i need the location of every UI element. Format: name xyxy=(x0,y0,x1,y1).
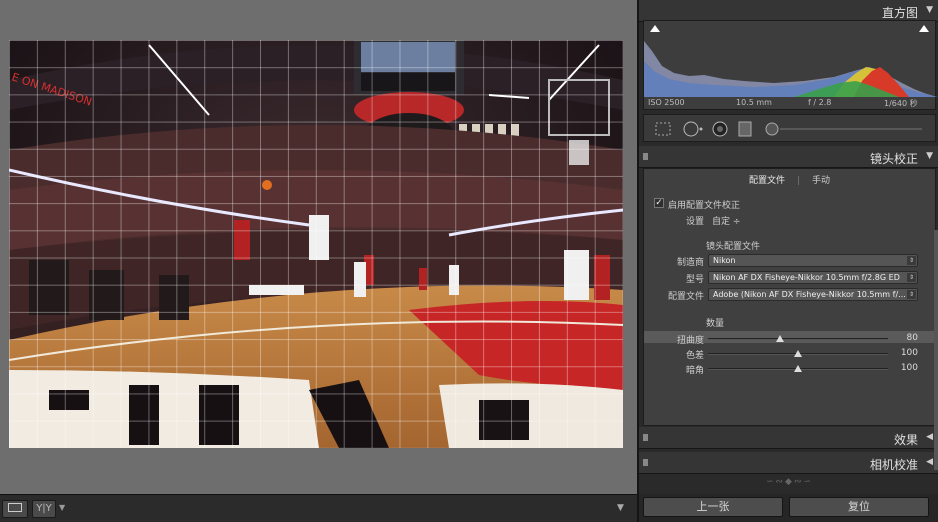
histogram-graph xyxy=(644,41,937,97)
tab-manual[interactable]: 手动 xyxy=(812,176,830,186)
image-stage: E ON MADISON xyxy=(0,0,637,494)
loupe-view-icon xyxy=(8,502,22,512)
expand-triangle-icon[interactable]: ◀ xyxy=(926,432,933,442)
panel-switch-icon[interactable] xyxy=(643,153,648,160)
select-caret-icon: ⇕ xyxy=(907,273,916,282)
adjustment-brush-slider[interactable] xyxy=(762,121,932,137)
amount-heading: 数量 xyxy=(706,319,725,329)
setup-label: 设置 xyxy=(685,217,704,227)
make-label: 制造商 xyxy=(676,258,704,268)
shutter-value: 1/640 秒 xyxy=(884,99,918,108)
lens-profile-heading: 镜头配置文件 xyxy=(706,242,761,252)
select-caret-icon: ⇕ xyxy=(907,256,916,265)
model-label: 型号 xyxy=(685,275,704,285)
collapse-triangle-icon[interactable]: ▼ xyxy=(926,151,933,161)
histogram-header[interactable]: 直方图 ▼ xyxy=(639,0,938,22)
slider-value[interactable]: 100 xyxy=(894,348,918,358)
before-after-button[interactable]: Y|Y xyxy=(32,500,56,518)
tab-profile[interactable]: 配置文件 xyxy=(749,176,785,186)
model-value: Nikon AF DX Fisheye-Nikkor 10.5mm f/2.8G… xyxy=(713,273,900,282)
lightroom-develop-window: E ON MADISON Y|Y ▼ ▼ 直方图 ▼ ISO 2500 10.5… xyxy=(0,0,938,522)
panel-switch-icon[interactable] xyxy=(643,459,648,466)
effects-header[interactable]: 效果 ◀ xyxy=(639,427,938,449)
slider-thumb[interactable] xyxy=(794,350,802,357)
crop-icon[interactable] xyxy=(654,121,672,137)
setup-dropdown[interactable]: 自定 ÷ xyxy=(712,214,740,227)
panel-end-ornament: ∽∾◆∾∽ xyxy=(765,477,814,487)
tool-strip xyxy=(643,114,936,142)
iso-value: ISO 2500 xyxy=(648,98,685,107)
slider-value[interactable]: 100 xyxy=(894,363,918,373)
slider-thumb[interactable] xyxy=(794,365,802,372)
aperture-value: f / 2.8 xyxy=(808,98,832,107)
bottom-toolbar: Y|Y ▼ ▼ xyxy=(0,494,637,522)
camera-info: ISO 2500 10.5 mm f / 2.8 1/640 秒 xyxy=(644,98,935,110)
lens-corrections-panel: 配置文件 | 手动 ✓ 启用配置文件校正 设置 自定 ÷ 镜头配置文件 制造商 Ni… xyxy=(643,168,936,426)
model-select[interactable]: Nikon AF DX Fisheye-Nikkor 10.5mm f/2.8G… xyxy=(708,271,918,284)
lens-tabs: 配置文件 | 手动 xyxy=(644,173,935,186)
graduated-filter-icon[interactable] xyxy=(738,121,752,137)
effects-title: 效果 xyxy=(893,433,918,447)
enable-profile-checkbox[interactable]: ✓ xyxy=(654,198,664,208)
panel-switch-icon[interactable] xyxy=(643,434,648,441)
slider-value[interactable]: 80 xyxy=(894,333,918,343)
right-panel: 直方图 ▼ ISO 2500 10.5 mm f / 2.8 1/640 秒 镜… xyxy=(637,0,938,522)
panel-scrollbar[interactable] xyxy=(934,230,938,470)
camera-calibration-title: 相机校准 xyxy=(869,458,918,472)
slider-label: 扭曲度 xyxy=(676,336,704,346)
previous-button[interactable]: 上一张 xyxy=(643,497,783,517)
panel-footer: 上一张 复位 xyxy=(639,494,938,522)
slider-thumb[interactable] xyxy=(776,335,784,342)
focal-length-value: 10.5 mm xyxy=(736,98,772,107)
reset-button[interactable]: 复位 xyxy=(789,497,929,517)
spot-removal-icon[interactable] xyxy=(682,121,704,137)
enable-profile-label: 启用配置文件校正 xyxy=(668,201,741,211)
profile-label: 配置文件 xyxy=(667,292,704,302)
histogram[interactable]: ISO 2500 10.5 mm f / 2.8 1/640 秒 xyxy=(643,20,937,110)
profile-select[interactable]: Adobe (Nikon AF DX Fisheye-Nikkor 10.5mm… xyxy=(708,288,918,301)
slider-label: 暗角 xyxy=(685,366,704,376)
camera-calibration-header[interactable]: 相机校准 ◀ xyxy=(639,452,938,474)
tab-divider: | xyxy=(796,176,801,186)
red-eye-icon[interactable] xyxy=(712,121,728,137)
toolbar-menu-icon[interactable]: ▼ xyxy=(617,503,624,513)
profile-value: Adobe (Nikon AF DX Fisheye-Nikkor 10.5mm… xyxy=(713,290,906,299)
make-value: Nikon xyxy=(713,256,736,265)
slider-label: 色差 xyxy=(685,351,704,361)
lens-corrections-header[interactable]: 镜头校正 ▼ xyxy=(639,146,938,168)
expand-triangle-icon[interactable]: ◀ xyxy=(926,457,933,467)
histogram-title: 直方图 xyxy=(881,6,918,20)
select-caret-icon: ⇕ xyxy=(907,290,916,299)
photo-preview[interactable]: E ON MADISON xyxy=(9,40,623,448)
lens-corrections-title: 镜头校正 xyxy=(869,152,918,166)
basketball-photo: E ON MADISON xyxy=(9,40,623,448)
slider-track[interactable] xyxy=(708,338,888,340)
loupe-view-button[interactable] xyxy=(2,500,28,518)
collapse-triangle-icon[interactable]: ▼ xyxy=(926,5,933,15)
make-select[interactable]: Nikon ⇕ xyxy=(708,254,918,267)
before-after-dropdown-icon[interactable]: ▼ xyxy=(59,503,65,512)
